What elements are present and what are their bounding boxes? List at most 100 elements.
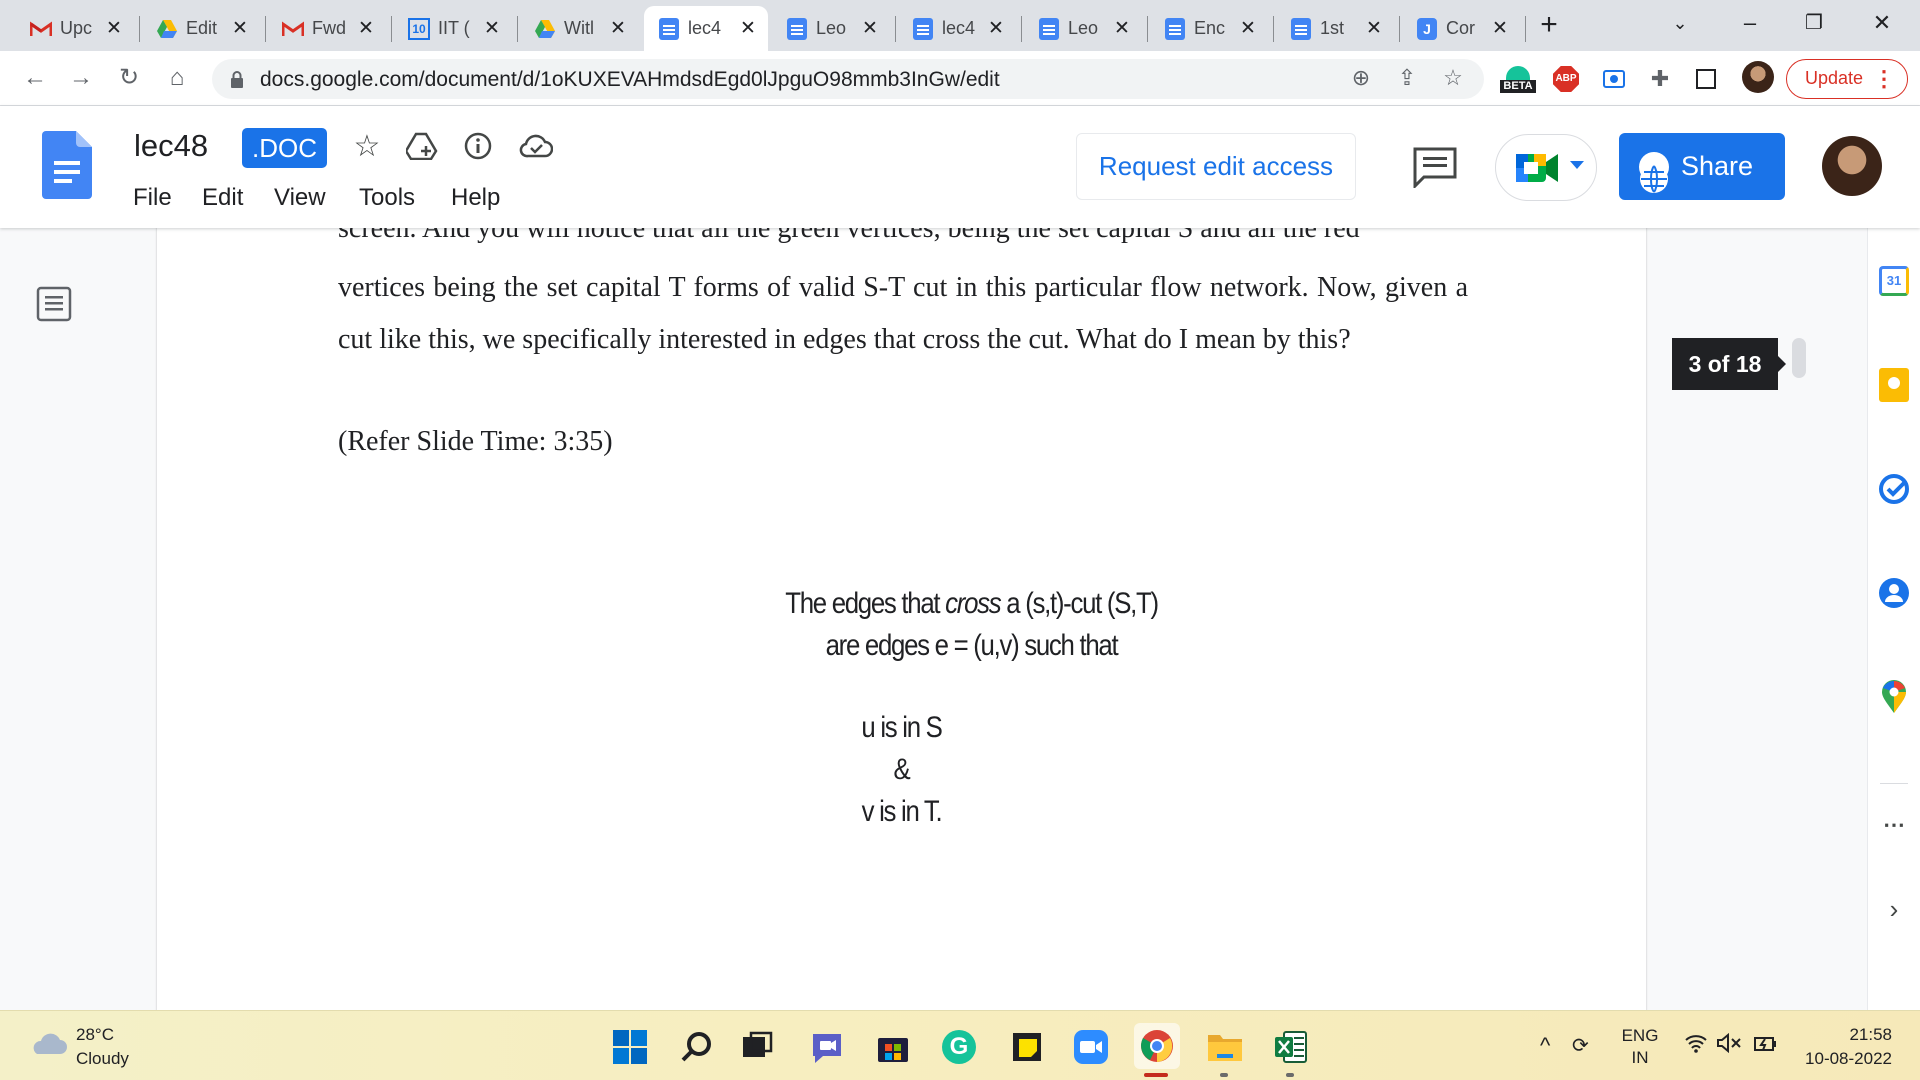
- clock-time[interactable]: 21:58: [1780, 1025, 1892, 1045]
- docs-icon: [786, 17, 808, 40]
- docs-icon: [912, 17, 934, 40]
- home-button[interactable]: ⌂: [160, 61, 194, 95]
- google-docs-logo[interactable]: [42, 131, 92, 199]
- volume-muted-icon[interactable]: [1716, 1032, 1742, 1059]
- close-icon[interactable]: ✕: [230, 17, 250, 40]
- browser-tab[interactable]: Leo ✕: [772, 6, 890, 51]
- sticky-notes-icon[interactable]: [1008, 1028, 1046, 1066]
- teams-chat-icon[interactable]: [808, 1028, 846, 1066]
- browser-tab[interactable]: Edit ✕: [142, 6, 260, 51]
- extensions-puzzle-icon[interactable]: ✚: [1646, 64, 1674, 94]
- close-icon[interactable]: ✕: [608, 17, 628, 40]
- scrollbar-thumb[interactable]: [1792, 338, 1806, 378]
- weather-temperature[interactable]: 28°C: [76, 1025, 114, 1045]
- bookmark-star-icon[interactable]: ☆: [1438, 65, 1468, 93]
- menu-edit[interactable]: Edit: [202, 184, 243, 212]
- close-icon[interactable]: ✕: [1238, 17, 1258, 40]
- tab-search-chevron-icon[interactable]: ⌄: [1650, 6, 1710, 40]
- reload-button[interactable]: ↻: [112, 61, 146, 95]
- sync-icon[interactable]: ⟳: [1572, 1033, 1589, 1058]
- browser-tab[interactable]: Witl ✕: [520, 6, 638, 51]
- cloud-saved-icon[interactable]: [518, 128, 554, 164]
- close-icon[interactable]: ✕: [1490, 17, 1510, 40]
- close-icon[interactable]: ✕: [104, 17, 124, 40]
- tab-title: 1st: [1320, 18, 1345, 38]
- browser-tab[interactable]: 10 IIT ( ✕: [394, 6, 512, 51]
- battery-charging-icon[interactable]: [1752, 1033, 1778, 1059]
- close-icon[interactable]: ✕: [1364, 17, 1384, 40]
- user-avatar[interactable]: [1822, 136, 1882, 196]
- close-icon[interactable]: ✕: [738, 17, 758, 40]
- menu-tools[interactable]: Tools: [359, 184, 415, 212]
- document-outline-icon[interactable]: [36, 286, 72, 322]
- menu-help[interactable]: Help: [451, 184, 500, 212]
- browser-tab[interactable]: Fwd ✕: [268, 6, 386, 51]
- excel-icon[interactable]: [1272, 1028, 1310, 1066]
- browser-tab[interactable]: J Cor ✕: [1402, 6, 1520, 51]
- screen-recorder-icon[interactable]: [1600, 64, 1628, 94]
- browser-tab[interactable]: Upc ✕: [16, 6, 134, 51]
- close-icon[interactable]: ✕: [860, 17, 880, 40]
- tab-title: Leo: [816, 18, 847, 38]
- cloud-weather-icon[interactable]: [28, 1031, 68, 1055]
- document-page[interactable]: screen. And you will notice that all the…: [157, 228, 1646, 1010]
- close-window-button[interactable]: ✕: [1852, 6, 1912, 40]
- star-icon[interactable]: ☆: [349, 128, 385, 164]
- new-tab-button[interactable]: +: [1532, 8, 1566, 42]
- windows-start-icon[interactable]: [611, 1028, 649, 1066]
- keep-icon[interactable]: [1877, 368, 1911, 402]
- file-explorer-icon[interactable]: [1206, 1028, 1244, 1066]
- tab-title: Enc: [1194, 18, 1226, 38]
- browser-tab[interactable]: 1st ✕: [1276, 6, 1394, 51]
- google-meet-icon: [1516, 154, 1558, 182]
- tab-title: lec4: [942, 18, 976, 38]
- restore-button[interactable]: ❐: [1784, 6, 1844, 40]
- browser-tab-active[interactable]: lec4 ✕: [644, 6, 768, 51]
- task-view-icon[interactable]: [738, 1028, 776, 1066]
- share-page-icon[interactable]: ⇪: [1392, 65, 1422, 93]
- tab-title: Cor: [1446, 18, 1476, 38]
- adblock-plus-icon[interactable]: ABP: [1552, 64, 1580, 94]
- address-bar[interactable]: docs.google.com/document/d/1oKUXEVAHmdsd…: [212, 59, 1484, 99]
- microsoft-store-icon[interactable]: [874, 1028, 912, 1066]
- chevron-right-icon[interactable]: ›: [1877, 892, 1911, 926]
- close-icon[interactable]: ✕: [356, 17, 376, 40]
- wifi-icon[interactable]: [1684, 1033, 1708, 1059]
- calendar-icon[interactable]: 31: [1877, 264, 1911, 298]
- menu-file[interactable]: File: [133, 184, 172, 212]
- browser-tab[interactable]: Enc ✕: [1150, 6, 1268, 51]
- more-icon[interactable]: ⋯: [1877, 808, 1911, 842]
- comments-icon[interactable]: [1412, 146, 1458, 188]
- close-icon[interactable]: ✕: [482, 17, 502, 40]
- zoom-icon[interactable]: ⊕: [1346, 65, 1376, 93]
- back-button[interactable]: ←: [18, 61, 52, 95]
- document-title[interactable]: lec48: [134, 128, 208, 164]
- zoom-app-icon[interactable]: [1072, 1028, 1110, 1066]
- meet-button[interactable]: [1495, 134, 1597, 201]
- clock-date[interactable]: 10-08-2022: [1780, 1049, 1892, 1069]
- browser-tab[interactable]: lec4 ✕: [898, 6, 1016, 51]
- show-hidden-icons-chevron[interactable]: ^: [1540, 1033, 1550, 1059]
- profile-avatar[interactable]: [1742, 61, 1774, 93]
- language-indicator[interactable]: ENG IN: [1618, 1025, 1662, 1069]
- browser-tab[interactable]: Leo ✕: [1024, 6, 1142, 51]
- maps-icon[interactable]: [1877, 680, 1911, 714]
- update-button[interactable]: Update ⋮: [1786, 59, 1908, 99]
- info-icon[interactable]: [460, 128, 496, 164]
- tasks-icon[interactable]: [1877, 472, 1911, 506]
- add-to-drive-icon[interactable]: [404, 128, 440, 164]
- weather-condition[interactable]: Cloudy: [76, 1049, 129, 1069]
- grammarly-icon[interactable]: G: [940, 1028, 978, 1066]
- request-edit-access-button[interactable]: Request edit access: [1076, 133, 1356, 200]
- forward-button[interactable]: →: [64, 61, 98, 95]
- menu-view[interactable]: View: [274, 184, 326, 212]
- contacts-icon[interactable]: [1877, 576, 1911, 610]
- close-icon[interactable]: ✕: [1112, 17, 1132, 40]
- chrome-icon[interactable]: [1134, 1023, 1180, 1069]
- minimize-button[interactable]: –: [1720, 6, 1780, 40]
- share-button[interactable]: Share: [1619, 133, 1785, 200]
- close-icon[interactable]: ✕: [986, 17, 1006, 40]
- side-panel-icon[interactable]: [1692, 64, 1720, 94]
- grammarly-beta-extension[interactable]: BETA: [1498, 64, 1538, 94]
- search-icon[interactable]: [678, 1028, 716, 1066]
